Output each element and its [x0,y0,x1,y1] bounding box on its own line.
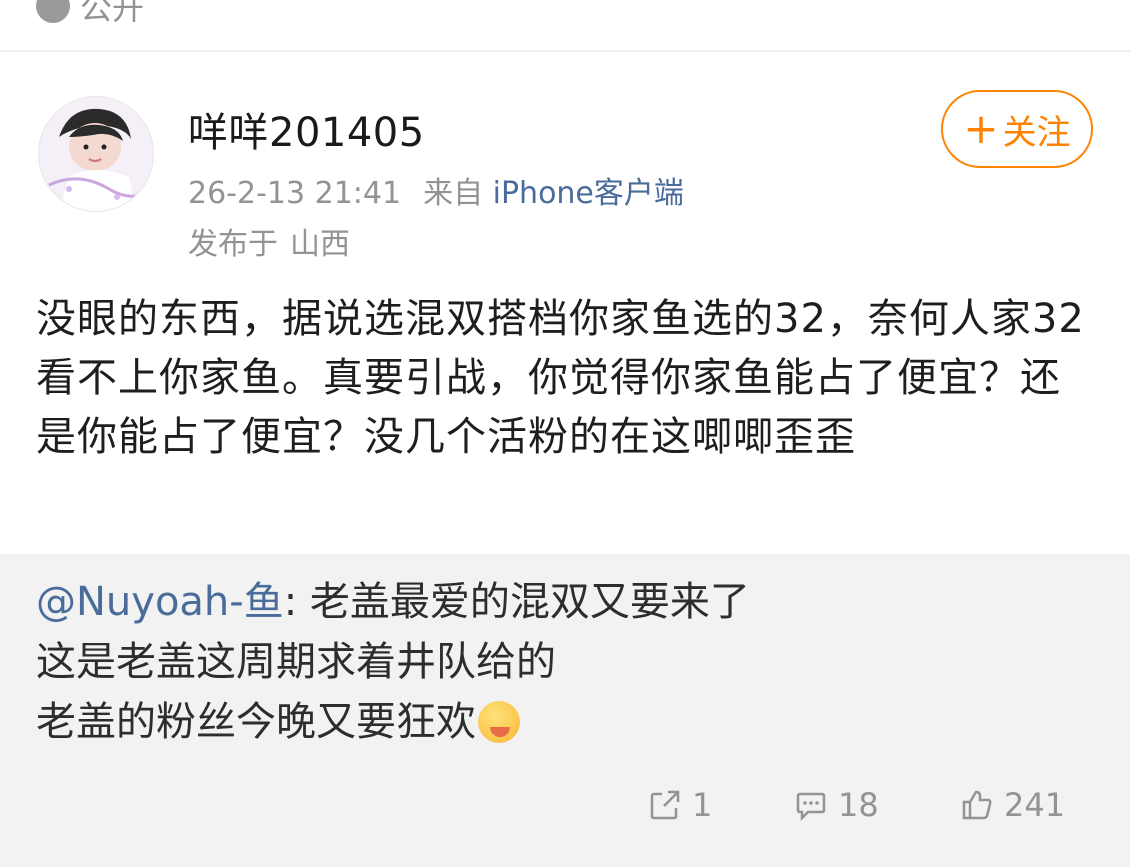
repost-text: @Nuyoah-鱼: 老盖最爱的混双又要来了 这是老盖这周期求着井队给的 老盖的… [36,572,1096,752]
location-line: 发布于 山西 [188,219,350,263]
post-text: 没眼的东西，据说选混双搭档你家鱼选的32，奈何人家32看不上你家鱼。真要引战，你… [36,296,1085,460]
follow-label: 关注 [1002,112,1071,153]
location-prefix: 发布于 [188,227,278,262]
repost-line-3: 老盖的粉丝今晚又要狂欢 [36,692,1096,752]
location: 山西 [290,227,350,262]
avatar-image [39,97,153,211]
repost-action[interactable]: 1 [648,786,712,824]
repost-box[interactable]: @Nuyoah-鱼: 老盖最爱的混双又要来了 这是老盖这周期求着井队给的 老盖的… [0,554,1130,867]
comment-icon [796,792,826,822]
repost-line-2: 这是老盖这周期求着井队给的 [36,639,556,685]
repost-line-1: @Nuyoah-鱼: 老盖最爱的混双又要来了 [36,572,1096,632]
repost-line-3-text: 老盖的粉丝今晚又要狂欢 [36,699,476,745]
comment-count: 18 [838,786,879,824]
timestamp: 26-2-13 21:41 [188,176,402,211]
visibility-row: 公开 [36,0,145,27]
like-action[interactable]: 241 [960,786,1065,824]
username[interactable]: 咩咩201405 [188,100,425,158]
repost-line-1-text: : 老盖最爱的混双又要来了 [283,579,750,625]
like-count: 241 [1004,786,1066,824]
plus-icon: + [963,104,999,153]
globe-icon [36,0,70,23]
action-bar: 1 18 241 [0,786,1130,836]
comment-action[interactable]: 18 [794,786,879,824]
repost-count: 1 [692,786,713,824]
source-link[interactable]: iPhone客户端 [493,176,684,211]
source-prefix: 来自 [423,176,484,211]
visibility-label: 公开 [80,0,145,27]
post-meta: 26-2-13 21:41 来自 iPhone客户端 [188,168,684,212]
share-icon [650,790,680,820]
yum-face-emoji-icon [478,701,520,743]
mention-link[interactable]: @Nuyoah-鱼 [36,579,284,625]
thumbs-up-icon [962,790,992,820]
top-strip: 公开 [0,0,1130,48]
follow-button[interactable]: + 关注 [941,90,1093,168]
divider [0,50,1130,52]
avatar[interactable] [38,96,154,212]
